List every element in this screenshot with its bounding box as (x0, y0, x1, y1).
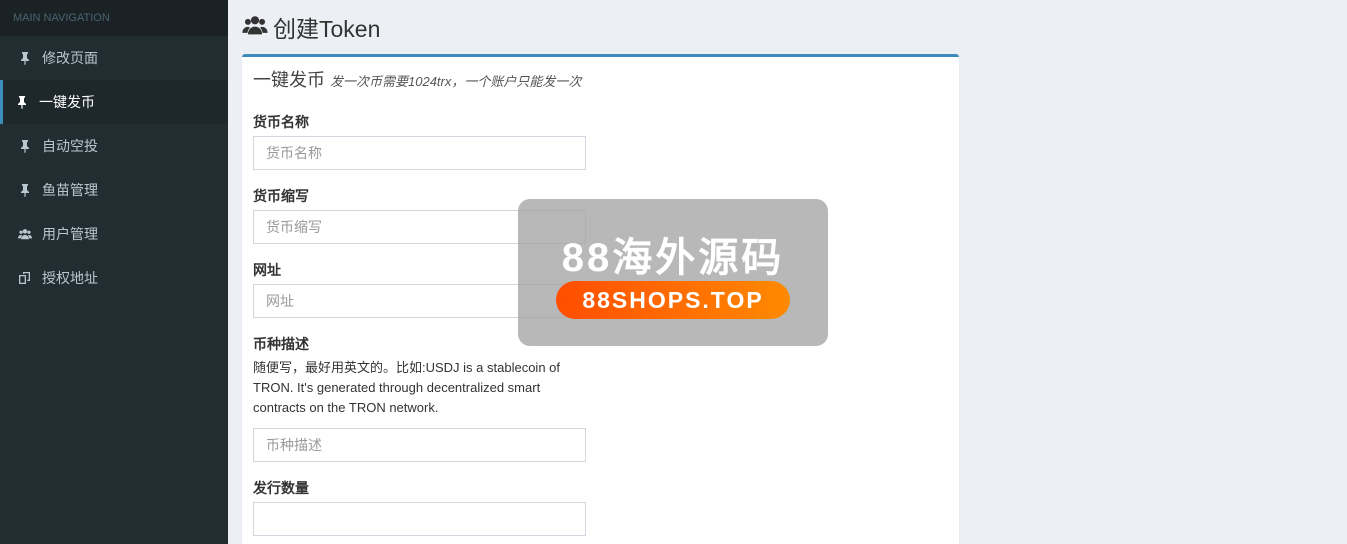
sidebar-item-airdrop[interactable]: 自动空投 (0, 124, 228, 168)
form-title-text: 一键发币 (253, 70, 325, 90)
page-title: 创建Token (273, 16, 381, 42)
sidebar-item-label: 用户管理 (42, 226, 98, 242)
sidebar-item-label: 一键发币 (39, 94, 95, 110)
sidebar-item-edit-page[interactable]: 修改页面 (0, 36, 228, 80)
sidebar-item-label: 鱼苗管理 (42, 182, 98, 198)
token-symbol-label: 货币缩写 (253, 188, 309, 204)
watermark-overlay: 88海外源码 88SHOPS.TOP (518, 199, 828, 346)
token-description-label: 币种描述 (253, 336, 309, 352)
sidebar-item-label: 授权地址 (42, 270, 98, 286)
issue-amount-label: 发行数量 (253, 480, 309, 496)
sidebar-item-authorized-addresses[interactable]: 授权地址 (0, 256, 228, 300)
sidebar-item-fish-management[interactable]: 鱼苗管理 (0, 168, 228, 212)
sidebar: MAIN NAVIGATION 修改页面 一键发币 自动空投 鱼苗管理 用户管理… (0, 0, 228, 544)
issue-amount-input[interactable] (253, 502, 586, 536)
watermark-badge: 88SHOPS.TOP (556, 281, 790, 319)
sidebar-header: MAIN NAVIGATION (0, 0, 228, 36)
users-icon (18, 227, 32, 241)
token-name-label: 货币名称 (253, 114, 309, 130)
sidebar-item-label: 自动空投 (42, 138, 98, 154)
copy-icon (18, 271, 32, 285)
watermark-title: 88海外源码 (561, 236, 785, 280)
website-label: 网址 (253, 262, 281, 278)
pin-icon (15, 95, 29, 109)
pin-icon (18, 51, 32, 65)
token-description-help: 随便写，最好用英文的。比如:USDJ is a stablecoin of TR… (253, 360, 561, 415)
pin-icon (18, 183, 32, 197)
pin-icon (18, 139, 32, 153)
page-header: 创建Token (242, 10, 380, 44)
sidebar-item-user-management[interactable]: 用户管理 (0, 212, 228, 256)
token-description-input[interactable] (253, 428, 586, 462)
token-name-input[interactable] (253, 136, 586, 170)
form-subtitle: 发一次币需要1024trx，一个账户只能发一次 (330, 74, 582, 89)
form-title: 一键发币 发一次币需要1024trx，一个账户只能发一次 (253, 66, 581, 92)
sidebar-item-label: 修改页面 (42, 50, 98, 66)
users-icon (242, 14, 273, 41)
sidebar-item-create-token[interactable]: 一键发币 (0, 80, 228, 124)
